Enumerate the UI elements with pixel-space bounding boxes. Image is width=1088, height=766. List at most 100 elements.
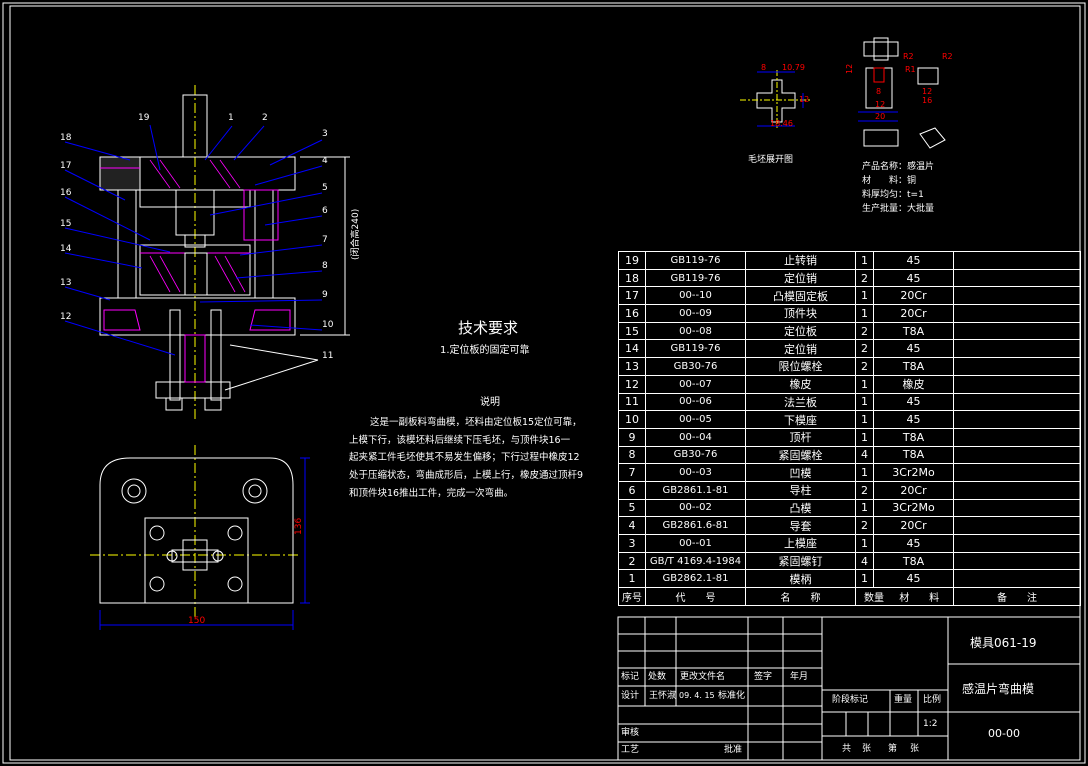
bom-header-code: 代 号 xyxy=(645,587,746,606)
bom-cell-name: 紧固螺钉 xyxy=(745,551,856,571)
tb-ymd: 年月 xyxy=(790,672,809,682)
bom-cell-code: 00--09 xyxy=(645,304,746,323)
bom-cell-material: 45 xyxy=(873,251,954,270)
bom-header-name: 名 称 xyxy=(745,587,856,606)
callout-10: 10 xyxy=(322,320,334,330)
bom-cell-name: 紧固螺栓 xyxy=(745,445,856,465)
bom-cell-code: 00--04 xyxy=(645,427,746,447)
part-dim-12: 12 xyxy=(875,100,886,109)
notes-line-1: 这是一副板料弯曲模，坯料由定位板15定位可靠， xyxy=(370,417,582,428)
tb-sheets: 张 xyxy=(862,744,872,754)
bom-cell-code: GB119-76 xyxy=(645,251,746,270)
bom-row: 14 GB119-76 定位销 2 45 xyxy=(618,339,1081,359)
bom-cell-material: T8A xyxy=(873,427,954,447)
bom-cell-qty: 1 xyxy=(855,304,874,323)
tech-req-item: 1.定位板的固定可靠 xyxy=(440,345,530,356)
bom-cell-code: 00--08 xyxy=(645,321,746,341)
bom-cell-no: 19 xyxy=(618,251,646,270)
bom-cell-no: 11 xyxy=(618,392,646,412)
bom-cell-no: 14 xyxy=(618,339,646,359)
tb-mark: 标记 xyxy=(621,672,640,682)
part-dim-8: 8 xyxy=(876,87,882,96)
tech-req-heading: 技术要求 xyxy=(458,319,519,337)
callout-18: 18 xyxy=(60,133,72,143)
blank-dim-12: 12 xyxy=(799,95,810,104)
bom-cell-remark xyxy=(953,357,1081,376)
bom-cell-qty: 1 xyxy=(855,534,874,553)
bom-row: 1 GB2862.1-81 模柄 1 45 xyxy=(618,569,1081,589)
bom-cell-remark xyxy=(953,268,1081,288)
callout-7: 7 xyxy=(322,235,328,245)
bom-cell-code: GB119-76 xyxy=(645,339,746,359)
bom-cell-code: GB2861.1-81 xyxy=(645,480,746,500)
callout-11: 11 xyxy=(322,351,334,361)
bom-cell-no: 7 xyxy=(618,463,646,482)
bom-cell-code: GB119-76 xyxy=(645,268,746,288)
bom-cell-material: 橡皮 xyxy=(873,374,954,394)
blank-dim-8: 8 xyxy=(761,63,767,72)
bom-cell-material: T8A xyxy=(873,551,954,571)
bom-cell-code: 00--06 xyxy=(645,392,746,412)
callout-1: 1 xyxy=(228,113,234,123)
bom-cell-remark xyxy=(953,551,1081,571)
bom-cell-material: 3Cr2Mo xyxy=(873,498,954,518)
bom-table: 19 GB119-76 止转销 1 45 18 GB119-76 定位销 2 45 17 00--10… xyxy=(618,251,1081,606)
bom-cell-code: 00--02 xyxy=(645,498,746,518)
bom-cell-material: 20Cr xyxy=(873,516,954,535)
bom-cell-material: 45 xyxy=(873,569,954,589)
part-dim-12-side: 12 xyxy=(845,63,854,74)
bom-cell-qty: 2 xyxy=(855,339,874,359)
callout-4: 4 xyxy=(322,156,328,166)
bom-cell-remark xyxy=(953,569,1081,589)
bom-row: 7 00--03 凹模 1 3Cr2Mo xyxy=(618,463,1081,482)
bom-cell-no: 15 xyxy=(618,321,646,341)
bom-header-remark: 备 注 xyxy=(953,587,1081,606)
bom-cell-name: 橡皮 xyxy=(745,374,856,394)
bom-cell-qty: 2 xyxy=(855,480,874,500)
bom-row: 10 00--05 下模座 1 45 xyxy=(618,410,1081,429)
bom-cell-code: 00--10 xyxy=(645,286,746,306)
bom-row: 12 00--07 橡皮 1 橡皮 xyxy=(618,374,1081,394)
bom-cell-remark xyxy=(953,410,1081,429)
tb-designer: 王怀淑 xyxy=(649,691,677,701)
bom-cell-qty: 2 xyxy=(855,516,874,535)
bom-row: 4 GB2861.6-81 导套 2 20Cr xyxy=(618,516,1081,535)
bom-cell-name: 凸模固定板 xyxy=(745,286,856,306)
bom-cell-code: GB30-76 xyxy=(645,445,746,465)
bom-cell-name: 止转销 xyxy=(745,251,856,270)
callout-6: 6 xyxy=(322,206,328,216)
bom-cell-no: 12 xyxy=(618,374,646,394)
part-dim-r1: R1 xyxy=(905,65,916,74)
bom-cell-remark xyxy=(953,339,1081,359)
bom-cell-qty: 4 xyxy=(855,551,874,571)
bom-cell-qty: 1 xyxy=(855,374,874,394)
bom-cell-name: 顶件块 xyxy=(745,304,856,323)
tb-sign: 签字 xyxy=(754,672,773,682)
bom-cell-name: 定位销 xyxy=(745,268,856,288)
notes-heading: 说明 xyxy=(480,397,500,408)
bom-header-qty: 数量 xyxy=(864,592,884,604)
tb-no: 第 xyxy=(888,744,898,754)
plan-height-dim: 136 xyxy=(294,517,304,535)
bom-cell-name: 法兰板 xyxy=(745,392,856,412)
callout-16: 16 xyxy=(60,188,72,198)
bom-cell-code: GB/T 4169.4-1984 xyxy=(645,551,746,571)
bom-cell-name: 凹模 xyxy=(745,463,856,482)
plan-width-dim: 150 xyxy=(188,616,206,626)
blank-caption: 毛坯展开图 xyxy=(748,155,794,165)
bom-cell-remark xyxy=(953,304,1081,323)
bom-cell-remark xyxy=(953,445,1081,465)
bom-cell-remark xyxy=(953,374,1081,394)
bom-row: 19 GB119-76 止转销 1 45 xyxy=(618,251,1081,270)
bom-cell-no: 1 xyxy=(618,569,646,589)
notes-line-2: 上模下行，该模坯料后继续下压毛坯，与顶件块16一 xyxy=(349,435,571,446)
bom-header-row: 序号 代 号 名 称 数量 材 料 备 注 xyxy=(618,587,1081,606)
tb-sheet: 张 xyxy=(910,744,920,754)
bom-cell-material: T8A xyxy=(873,445,954,465)
bom-row: 5 00--02 凸模 1 3Cr2Mo xyxy=(618,498,1081,518)
tb-scale: 1:2 xyxy=(923,719,938,729)
bom-cell-code: 00--07 xyxy=(645,374,746,394)
bom-cell-material: 45 xyxy=(873,410,954,429)
bom-cell-material: 45 xyxy=(873,268,954,288)
bom-cell-no: 9 xyxy=(618,427,646,447)
